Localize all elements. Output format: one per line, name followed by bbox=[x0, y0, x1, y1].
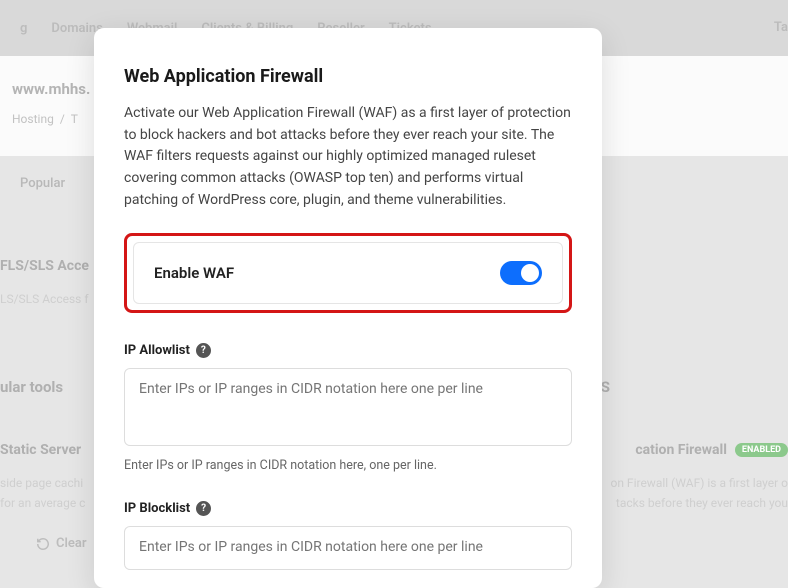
background-site-title: www.mhhs. bbox=[12, 80, 90, 98]
background-right-sub2: tacks before they ever reach you bbox=[616, 496, 788, 510]
background-tab-popular: Popular bbox=[20, 176, 65, 191]
modal-description: Activate our Web Application Firewall (W… bbox=[124, 103, 572, 211]
help-icon[interactable]: ? bbox=[196, 501, 211, 516]
background-static-heading: Static Server bbox=[0, 442, 81, 458]
help-icon[interactable]: ? bbox=[196, 343, 211, 358]
enable-waf-highlight-box: Enable WAF bbox=[124, 233, 572, 313]
background-fls-sub: LS/SLS Access f bbox=[0, 292, 89, 306]
background-static-sub2: for an average c bbox=[0, 496, 85, 510]
refresh-icon bbox=[36, 537, 50, 551]
ip-blocklist-textarea[interactable] bbox=[124, 526, 572, 570]
background-breadcrumb: Hosting / T bbox=[12, 112, 78, 126]
background-nav-right: Ta bbox=[774, 20, 788, 35]
enable-waf-label: Enable WAF bbox=[154, 264, 234, 282]
ip-allowlist-textarea[interactable] bbox=[124, 368, 572, 446]
ip-blocklist-label: IP Blocklist ? bbox=[124, 501, 572, 516]
background-static-sub1: side page cachi bbox=[0, 476, 83, 490]
modal-title: Web Application Firewall bbox=[124, 66, 572, 87]
enable-waf-toggle[interactable] bbox=[500, 261, 542, 285]
ip-allowlist-label: IP Allowlist ? bbox=[124, 343, 572, 358]
background-right-sub1: on Firewall (WAF) is a first layer o bbox=[610, 476, 788, 490]
background-fls-heading: FLS/SLS Acce bbox=[0, 258, 89, 274]
background-right-title: cation Firewall ENABLED bbox=[635, 442, 788, 458]
ip-allowlist-helper: Enter IPs or IP ranges in CIDR notation … bbox=[124, 458, 572, 473]
enabled-badge: ENABLED bbox=[735, 443, 788, 457]
background-clear-button: Clear bbox=[36, 536, 87, 551]
background-s-heading: S bbox=[601, 378, 610, 396]
waf-modal: Web Application Firewall Activate our We… bbox=[94, 28, 602, 588]
background-tools-heading: ular tools bbox=[0, 378, 63, 396]
enable-waf-row: Enable WAF bbox=[133, 242, 563, 304]
